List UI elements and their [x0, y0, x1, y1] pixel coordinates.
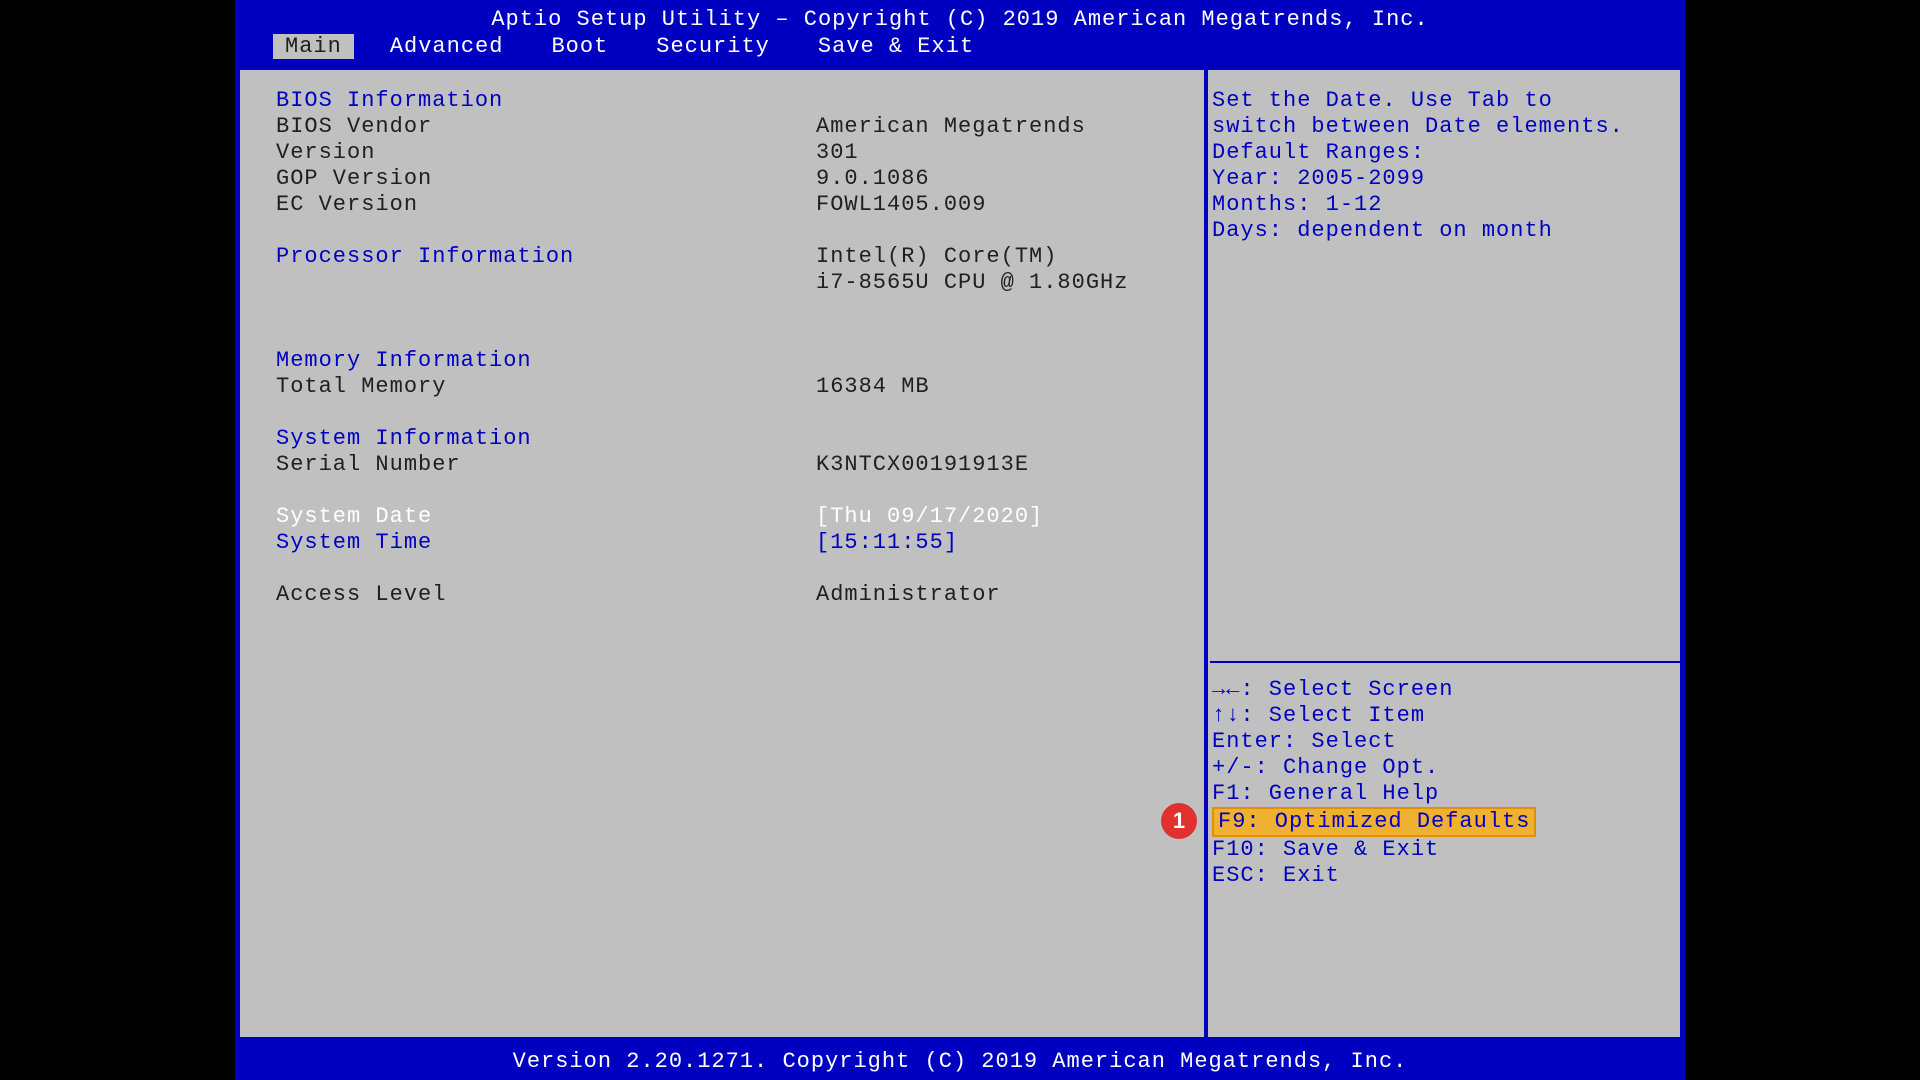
memory-info-heading: Memory Information	[276, 348, 816, 374]
header-title: Aptio Setup Utility – Copyright (C) 2019…	[235, 0, 1685, 34]
access-level-label: Access Level	[276, 582, 816, 608]
bios-info-heading: BIOS Information	[276, 88, 816, 114]
serial-label: Serial Number	[276, 452, 816, 478]
ec-value: FOWL1405.009	[816, 192, 986, 218]
system-date-label[interactable]: System Date	[276, 504, 816, 530]
bios-vendor-value: American Megatrends	[816, 114, 1086, 140]
help-line6: Days: dependent on month	[1212, 218, 1670, 244]
annotation-badge-1: 1	[1161, 803, 1197, 839]
system-time-label[interactable]: System Time	[276, 530, 816, 556]
processor-value-line1: Intel(R) Core(TM)	[816, 244, 1057, 270]
tab-save-exit[interactable]: Save & Exit	[806, 34, 986, 59]
key-hints: 1 →←: Select Screen ↑↓: Select Item Ente…	[1212, 677, 1680, 1019]
total-memory-label: Total Memory	[276, 374, 816, 400]
help-line5: Months: 1-12	[1212, 192, 1670, 218]
help-line4: Year: 2005-2099	[1212, 166, 1670, 192]
gop-value: 9.0.1086	[816, 166, 930, 192]
system-info-heading: System Information	[276, 426, 816, 452]
content-area: BIOS Information BIOS VendorAmerican Meg…	[235, 65, 1685, 1045]
help-line2: switch between Date elements.	[1212, 114, 1670, 140]
system-date-value[interactable]: [Thu 09/17/2020]	[816, 504, 1043, 530]
total-memory-value: 16384 MB	[816, 374, 930, 400]
hint-select-screen: →←: Select Screen	[1212, 677, 1680, 703]
access-level-value: Administrator	[816, 582, 1001, 608]
processor-info-heading: Processor Information	[276, 244, 816, 270]
help-pane: Set the Date. Use Tab to switch between …	[1206, 68, 1682, 1039]
hint-change-opt: +/-: Change Opt.	[1212, 755, 1680, 781]
hint-f1: F1: General Help	[1212, 781, 1680, 807]
system-time-value[interactable]: [15:11:55]	[816, 530, 958, 556]
hint-esc: ESC: Exit	[1212, 863, 1680, 889]
main-pane: BIOS Information BIOS VendorAmerican Meg…	[238, 68, 1206, 1039]
tab-security[interactable]: Security	[644, 34, 782, 59]
tab-advanced[interactable]: Advanced	[378, 34, 516, 59]
gop-label: GOP Version	[276, 166, 816, 192]
hint-f10: F10: Save & Exit	[1212, 837, 1680, 863]
version-value: 301	[816, 140, 859, 166]
hint-enter: Enter: Select	[1212, 729, 1680, 755]
serial-value: K3NTCX00191913E	[816, 452, 1029, 478]
menu-bar: Main Advanced Boot Security Save & Exit	[235, 34, 1685, 65]
help-line1: Set the Date. Use Tab to	[1212, 88, 1670, 114]
processor-value-line2: i7-8565U CPU @ 1.80GHz	[816, 270, 1128, 296]
bios-screen: Aptio Setup Utility – Copyright (C) 2019…	[235, 0, 1685, 1080]
tab-main[interactable]: Main	[273, 34, 354, 59]
ec-label: EC Version	[276, 192, 816, 218]
hint-select-item: ↑↓: Select Item	[1212, 703, 1680, 729]
tab-boot[interactable]: Boot	[539, 34, 620, 59]
help-divider	[1210, 661, 1681, 663]
help-text: Set the Date. Use Tab to switch between …	[1212, 88, 1680, 244]
version-label: Version	[276, 140, 816, 166]
footer-text: Version 2.20.1271. Copyright (C) 2019 Am…	[235, 1045, 1685, 1080]
help-line3: Default Ranges:	[1212, 140, 1670, 166]
hint-f9-highlighted: F9: Optimized Defaults	[1212, 807, 1536, 837]
bios-vendor-label: BIOS Vendor	[276, 114, 816, 140]
